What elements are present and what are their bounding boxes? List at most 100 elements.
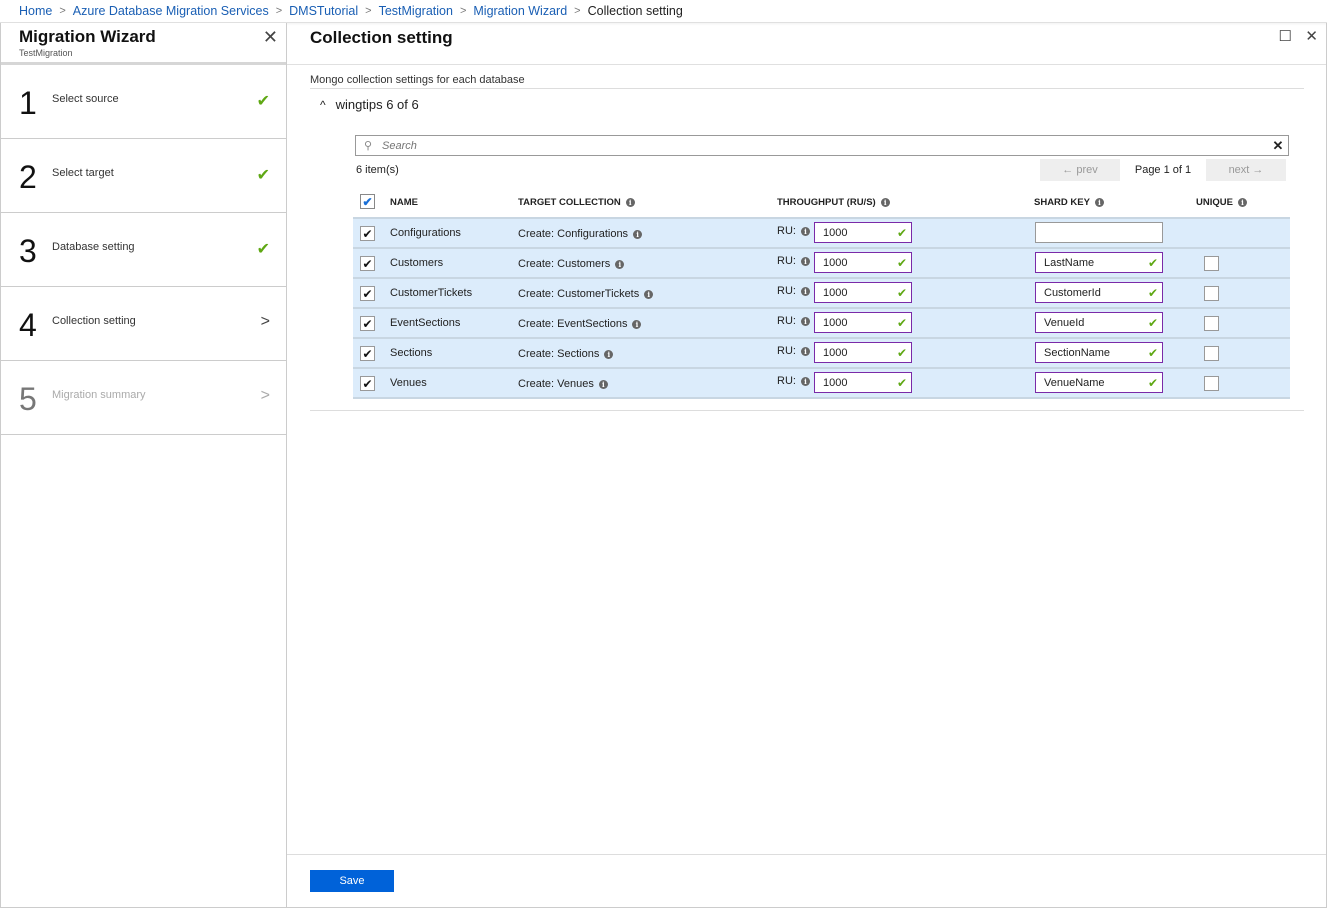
info-icon[interactable]: i — [604, 349, 614, 359]
row-checkbox[interactable]: ✔ — [360, 256, 375, 271]
maximize-icon[interactable]: ☐ — [1279, 27, 1292, 45]
checkmark-icon: ✔ — [1147, 315, 1158, 330]
clear-icon[interactable]: ✕ — [1268, 138, 1288, 154]
info-icon[interactable]: i — [632, 319, 642, 329]
info-icon[interactable]: i — [800, 226, 810, 236]
table-header: ✔ NAME TARGET COLLECTION i THROUGHPUT (RU… — [353, 187, 1290, 217]
wizard-step-4[interactable]: 4 Collection setting > — [1, 287, 286, 361]
wizard-step-2[interactable]: 2 Select target ✔ — [1, 139, 286, 213]
throughput-input[interactable]: 1000 ✔ — [814, 372, 912, 393]
page-indicator: Page 1 of 1 — [1134, 164, 1192, 176]
shard-key-input[interactable] — [1035, 222, 1163, 243]
shard-key-input[interactable]: CustomerId ✔ — [1035, 282, 1163, 303]
blade-header: Collection setting ☐ ✕ — [287, 23, 1326, 65]
throughput-input[interactable]: 1000 ✔ — [814, 312, 912, 333]
step-number: 3 — [19, 233, 37, 269]
column-unique: UNIQUE i — [1196, 197, 1247, 208]
chevron-right-icon: > — [59, 5, 66, 17]
step-number: 5 — [19, 381, 37, 417]
shard-key-value: VenueName — [1044, 376, 1105, 389]
step-number: 2 — [19, 159, 37, 195]
chevron-right-icon: > — [459, 5, 467, 17]
throughput-input[interactable]: 1000 ✔ — [814, 282, 912, 303]
chevron-right-icon: > — [365, 5, 372, 17]
wizard-step-3[interactable]: 3 Database setting ✔ — [1, 213, 286, 287]
info-icon[interactable]: i — [800, 346, 810, 356]
wizard-subtitle: TestMigration — [19, 48, 73, 58]
divider — [310, 410, 1304, 411]
close-icon[interactable]: ✕ — [1305, 27, 1318, 45]
collection-setting-blade: Collection setting ☐ ✕ Mongo collection … — [287, 23, 1327, 908]
prev-button[interactable]: ← prev — [1040, 159, 1120, 181]
shard-key-input[interactable]: LastName ✔ — [1035, 252, 1163, 273]
target-collection: Create: Venues i — [518, 378, 608, 390]
info-icon[interactable]: i — [1094, 197, 1104, 207]
row-checkbox[interactable]: ✔ — [360, 286, 375, 301]
info-icon[interactable]: i — [1237, 197, 1247, 207]
throughput-input[interactable]: 1000 ✔ — [814, 222, 912, 243]
column-target-collection: TARGET COLLECTION i — [518, 197, 635, 208]
shard-key-input[interactable]: VenueId ✔ — [1035, 312, 1163, 333]
chevron-right-icon: > — [574, 5, 581, 17]
row-checkbox[interactable]: ✔ — [360, 316, 375, 331]
wizard-step-5[interactable]: 5 Migration summary > — [1, 361, 286, 435]
close-icon[interactable]: ✕ — [263, 27, 278, 48]
target-collection-label: Create: Customers — [518, 258, 611, 270]
info-icon[interactable]: i — [800, 286, 810, 296]
breadcrumb-home[interactable]: Home — [19, 4, 52, 18]
breadcrumb-dms[interactable]: Azure Database Migration Services — [73, 4, 269, 18]
unique-checkbox[interactable] — [1204, 376, 1219, 391]
info-icon[interactable]: i — [800, 256, 810, 266]
item-count: 6 item(s) — [356, 164, 399, 176]
row-checkbox[interactable]: ✔ — [360, 346, 375, 361]
shard-key-input[interactable]: SectionName ✔ — [1035, 342, 1163, 363]
info-icon[interactable]: i — [598, 379, 608, 389]
throughput-input[interactable]: 1000 ✔ — [814, 342, 912, 363]
checkmark-icon: ✔ — [896, 345, 907, 360]
info-icon[interactable]: i — [615, 259, 625, 269]
breadcrumb-testmigration[interactable]: TestMigration — [379, 4, 453, 18]
info-icon[interactable]: i — [625, 197, 635, 207]
breadcrumb-migration-wizard[interactable]: Migration Wizard — [473, 4, 567, 18]
throughput-input[interactable]: 1000 ✔ — [814, 252, 912, 273]
checkmark-icon: ✔ — [256, 241, 270, 258]
shard-key-input[interactable]: VenueName ✔ — [1035, 372, 1163, 393]
table-row: ✔ Venues Create: Venues i RU: i 1000 ✔ VenueName… — [353, 369, 1290, 399]
column-label: THROUGHPUT (RU/S) — [777, 197, 876, 208]
collection-name: Sections — [390, 347, 433, 359]
row-checkbox[interactable]: ✔ — [360, 376, 375, 391]
select-all-checkbox[interactable]: ✔ — [360, 194, 375, 209]
pager: ← prev Page 1 of 1 next → — [1040, 159, 1286, 181]
save-button[interactable]: Save — [310, 870, 394, 892]
breadcrumb-dmstutorial[interactable]: DMSTutorial — [289, 4, 358, 18]
throughput-value: 1000 — [823, 286, 848, 299]
unique-checkbox[interactable] — [1204, 286, 1219, 301]
ru-text: RU: — [777, 345, 796, 357]
step-number: 1 — [19, 85, 37, 121]
wizard-step-1[interactable]: 1 Select source ✔ — [1, 65, 286, 139]
info-icon[interactable]: i — [644, 289, 654, 299]
unique-checkbox[interactable] — [1204, 256, 1219, 271]
chevron-up-icon: ^ — [320, 98, 326, 112]
info-icon[interactable]: i — [800, 376, 810, 386]
ru-label: RU: i — [777, 345, 810, 357]
database-group-toggle[interactable]: ^ wingtips 6 of 6 — [320, 97, 419, 112]
collection-name: Customers — [390, 257, 444, 269]
unique-checkbox[interactable] — [1204, 346, 1219, 361]
search-input[interactable] — [378, 139, 1268, 152]
throughput-value: 1000 — [823, 376, 848, 389]
row-checkbox[interactable]: ✔ — [360, 226, 375, 241]
info-icon[interactable]: i — [880, 197, 890, 207]
checkmark-icon: ✔ — [256, 93, 270, 110]
target-collection: Create: Configurations i — [518, 228, 643, 240]
target-collection-label: Create: Sections — [518, 348, 600, 360]
throughput-value: 1000 — [823, 346, 848, 359]
column-label: TARGET COLLECTION — [518, 197, 621, 208]
next-button[interactable]: next → — [1206, 159, 1286, 181]
info-icon[interactable]: i — [633, 229, 643, 239]
shard-key-value: LastName — [1044, 256, 1095, 269]
info-icon[interactable]: i — [800, 316, 810, 326]
unique-checkbox[interactable] — [1204, 316, 1219, 331]
checkmark-icon: ✔ — [896, 315, 907, 330]
target-collection-label: Create: Venues — [518, 378, 594, 390]
